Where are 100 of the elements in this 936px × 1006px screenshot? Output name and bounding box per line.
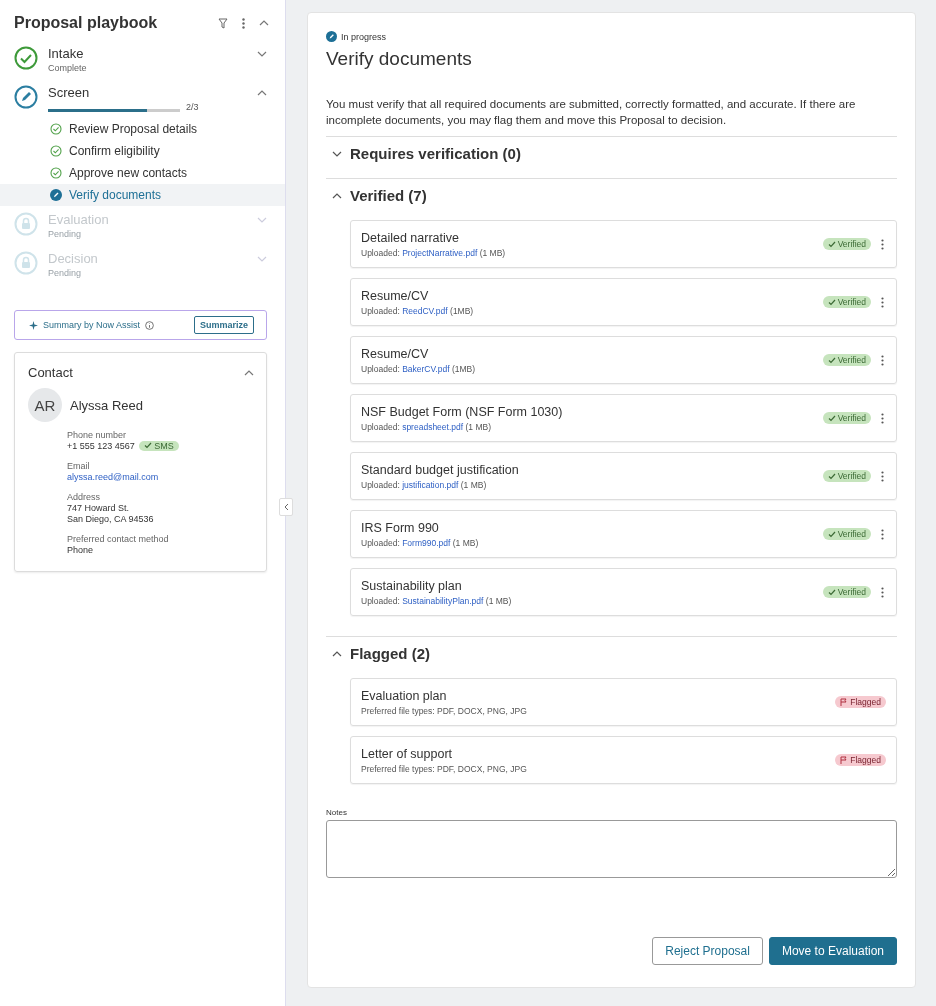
check-icon [827,472,836,480]
check-circle-icon [14,46,38,70]
flag-icon [840,698,849,706]
task-item[interactable]: Review Proposal details [0,118,285,140]
status-badge: Verified [822,296,871,308]
field-label: Phone number [67,430,128,440]
upload-info: Uploaded: spreadsheet.pdf (1 MB) [361,421,492,432]
expand-icon[interactable] [332,150,342,157]
document-name: Letter of support [361,746,454,761]
expand-icon[interactable] [257,51,267,57]
more-button[interactable] [879,586,886,598]
file-link[interactable]: spreadsheet.pdf [402,421,464,432]
sparkle-icon [29,320,38,330]
section-header[interactable]: Verified (7) [326,179,433,220]
status-badge: Verified [822,586,871,598]
avatar: AR [28,388,62,422]
collapse-icon[interactable] [257,90,267,96]
field-value: San Diego, CA 94536 [67,514,155,524]
summary-label: Summary by Now Assist [43,320,141,330]
more-icon[interactable] [242,17,245,29]
collapse-icon[interactable] [244,369,254,376]
upload-info: Uploaded: justification.pdf (1 MB) [361,479,488,490]
file-types-note: Preferred file types: PDF, DOCX, PNG, JPG [361,763,528,774]
field-value: Phone [67,545,95,555]
sms-badge: SMS [138,441,179,451]
lock-circle-icon [14,212,38,236]
check-circle-icon [50,123,62,135]
email-link[interactable]: alyssa.reed@mail.com [67,472,254,482]
status-badge: Verified [822,528,871,540]
status-badge: Verified [822,238,871,250]
check-icon [827,240,836,248]
more-button[interactable] [879,296,886,308]
pencil-circle-icon [326,31,337,42]
file-link[interactable]: ProjectNarrative.pdf [402,247,478,258]
document-name: NSF Budget Form (NSF Form 1030) [361,404,564,419]
more-button[interactable] [879,238,886,250]
summarize-button[interactable]: Summarize [193,316,254,334]
contact-title: Contact [28,365,73,380]
section-header[interactable]: Requires verification (0) [326,137,527,178]
notes-field[interactable] [326,820,897,878]
field-value: 747 Howard St. [67,503,131,513]
check-icon [143,442,152,449]
document-name: Resume/CV [361,346,430,361]
document-name: Detailed narrative [361,230,460,245]
filter-icon[interactable] [218,17,228,29]
upload-info: Uploaded: Form990.pdf (1 MB) [361,537,480,548]
playbook-title: Proposal playbook [14,14,159,32]
task-item[interactable]: Approve new contacts [0,162,285,184]
field-label: Address [67,492,102,502]
task-description: You must verify that all required documents are submitted, correctly formatted, and accurate. If there are incomplete documents, you may flag them and move this Proposal to decision. [326,97,857,128]
file-link[interactable]: BakerCV.pdf [402,363,450,374]
stage-status: Complete [48,63,88,73]
stage-name[interactable]: Screen [48,85,247,100]
collapse-icon[interactable] [259,20,269,26]
chevron-left-icon [283,503,289,511]
upload-info: Uploaded: BakerCV.pdf (1MB) [361,363,477,374]
document-name: Evaluation plan [361,688,448,703]
task-item[interactable]: Verify documents [0,184,285,206]
document-name: Resume/CV [361,288,430,303]
more-button[interactable] [879,354,886,366]
file-link[interactable]: justification.pdf [402,479,459,490]
status-label: In progress [341,31,387,42]
check-icon [827,356,836,364]
collapse-icon[interactable] [332,192,342,199]
more-button[interactable] [879,470,886,482]
task-item[interactable]: Confirm eligibility [0,140,285,162]
file-link[interactable]: ReedCV.pdf [402,305,448,316]
flag-icon [840,756,849,764]
task-title: Verify documents [326,48,473,70]
check-icon [827,414,836,422]
status-badge: Verified [822,412,871,424]
more-button[interactable] [879,412,886,424]
document-name: Sustainability plan [361,578,463,593]
upload-info: Uploaded: ReedCV.pdf (1MB) [361,305,475,316]
collapse-icon[interactable] [332,650,342,657]
check-circle-icon [50,167,62,179]
pencil-circle-icon [14,85,38,109]
more-button[interactable] [879,528,886,540]
status-badge: Verified [822,354,871,366]
stage-name[interactable]: Intake [48,46,247,61]
check-icon [827,588,836,596]
reject-button[interactable]: Reject Proposal [652,937,763,965]
progress-reading: 2/3 [186,102,199,112]
document-name: IRS Form 990 [361,520,440,535]
file-link[interactable]: Form990.pdf [402,537,451,548]
stage-status: Pending [48,268,83,278]
notes-label: Notes [326,808,348,817]
check-icon [827,298,836,306]
info-icon[interactable] [145,320,155,330]
section-header[interactable]: Flagged (2) [326,637,436,678]
check-icon [827,530,836,538]
move-button[interactable]: Move to Evaluation [768,937,897,965]
pencil-circle-icon [50,189,62,201]
check-circle-icon [50,145,62,157]
document-name: Standard budget justification [361,462,520,477]
field-value: +1 555 123 4567 [67,441,135,451]
status-badge: Flagged [835,754,886,766]
lock-circle-icon [14,251,38,275]
collapse-panel-button[interactable] [279,498,293,516]
file-link[interactable]: SustainabilityPlan.pdf [402,595,484,606]
